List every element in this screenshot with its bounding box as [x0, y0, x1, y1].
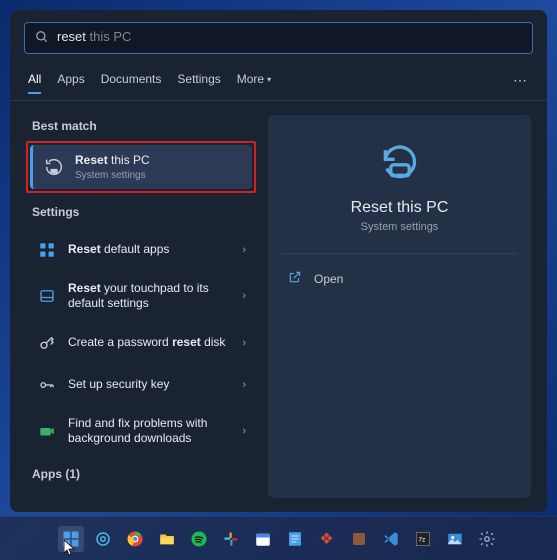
svg-text:7z: 7z [418, 536, 425, 543]
taskbar-notes-icon[interactable] [282, 526, 308, 552]
result-password-reset-disk[interactable]: Create a password reset disk › [26, 322, 256, 364]
troubleshoot-icon [36, 420, 58, 442]
key-icon [36, 332, 58, 354]
tab-apps[interactable]: Apps [57, 66, 84, 94]
result-security-key[interactable]: Set up security key › [26, 364, 256, 406]
search-input[interactable] [57, 30, 233, 45]
result-fix-downloads[interactable]: Find and fix problems with background do… [26, 406, 256, 457]
action-open[interactable]: Open [282, 260, 517, 297]
more-options-icon[interactable]: ⋯ [513, 72, 529, 89]
result-reset-this-pc[interactable]: Reset this PC System settings [30, 145, 252, 189]
section-settings: Settings [32, 205, 250, 219]
chevron-right-icon: › [242, 244, 246, 256]
taskbar-cortana-icon[interactable] [90, 526, 116, 552]
apps-icon [36, 239, 58, 261]
open-icon [288, 270, 302, 287]
reset-pc-icon [43, 156, 65, 178]
result-reset-touchpad[interactable]: Reset your touchpad to its default setti… [26, 271, 256, 322]
tab-settings[interactable]: Settings [177, 66, 220, 94]
taskbar-7zip-icon[interactable]: 7z [410, 526, 436, 552]
chevron-right-icon: › [242, 425, 246, 437]
result-subtitle: System settings [75, 170, 242, 181]
results-list: Best match Reset this PC System settings [26, 115, 256, 498]
taskbar-app-red-icon[interactable]: ❖ [314, 526, 340, 552]
taskbar-vscode-icon[interactable] [378, 526, 404, 552]
chevron-down-icon: ▾ [267, 75, 271, 84]
taskbar-photos-icon[interactable] [442, 526, 468, 552]
search-tabs: All Apps Documents Settings More ▾ ⋯ [10, 62, 547, 101]
section-best-match: Best match [32, 119, 250, 133]
security-key-icon [36, 374, 58, 396]
search-bar[interactable]: reset this PC [24, 22, 533, 54]
preview-title: Reset this PC [282, 199, 517, 217]
touchpad-icon [36, 285, 58, 307]
preview-reset-icon [282, 141, 517, 185]
tab-documents[interactable]: Documents [101, 66, 162, 94]
taskbar-calendar-icon[interactable] [250, 526, 276, 552]
taskbar-spotify-icon[interactable] [186, 526, 212, 552]
search-panel: reset this PC All Apps Documents Setting… [10, 10, 547, 512]
result-reset-default-apps[interactable]: Reset default apps › [26, 229, 256, 271]
start-button[interactable] [58, 526, 84, 552]
search-icon [35, 30, 49, 47]
taskbar: ❖ 7z [0, 516, 557, 560]
section-apps[interactable]: Apps (1) [32, 467, 250, 481]
preview-subtitle: System settings [282, 221, 517, 233]
taskbar-app-brown-icon[interactable] [346, 526, 372, 552]
taskbar-explorer-icon[interactable] [154, 526, 180, 552]
best-match-highlight: Reset this PC System settings [26, 141, 256, 193]
chevron-right-icon: › [242, 290, 246, 302]
tab-all[interactable]: All [28, 66, 41, 94]
preview-pane: Reset this PC System settings Open [268, 115, 531, 498]
chevron-right-icon: › [242, 379, 246, 391]
result-title: Reset this PC [75, 153, 242, 169]
taskbar-settings-icon[interactable] [474, 526, 500, 552]
tab-more[interactable]: More ▾ [237, 66, 271, 94]
chevron-right-icon: › [242, 337, 246, 349]
divider [282, 253, 517, 254]
taskbar-slack-icon[interactable] [218, 526, 244, 552]
taskbar-chrome-icon[interactable] [122, 526, 148, 552]
